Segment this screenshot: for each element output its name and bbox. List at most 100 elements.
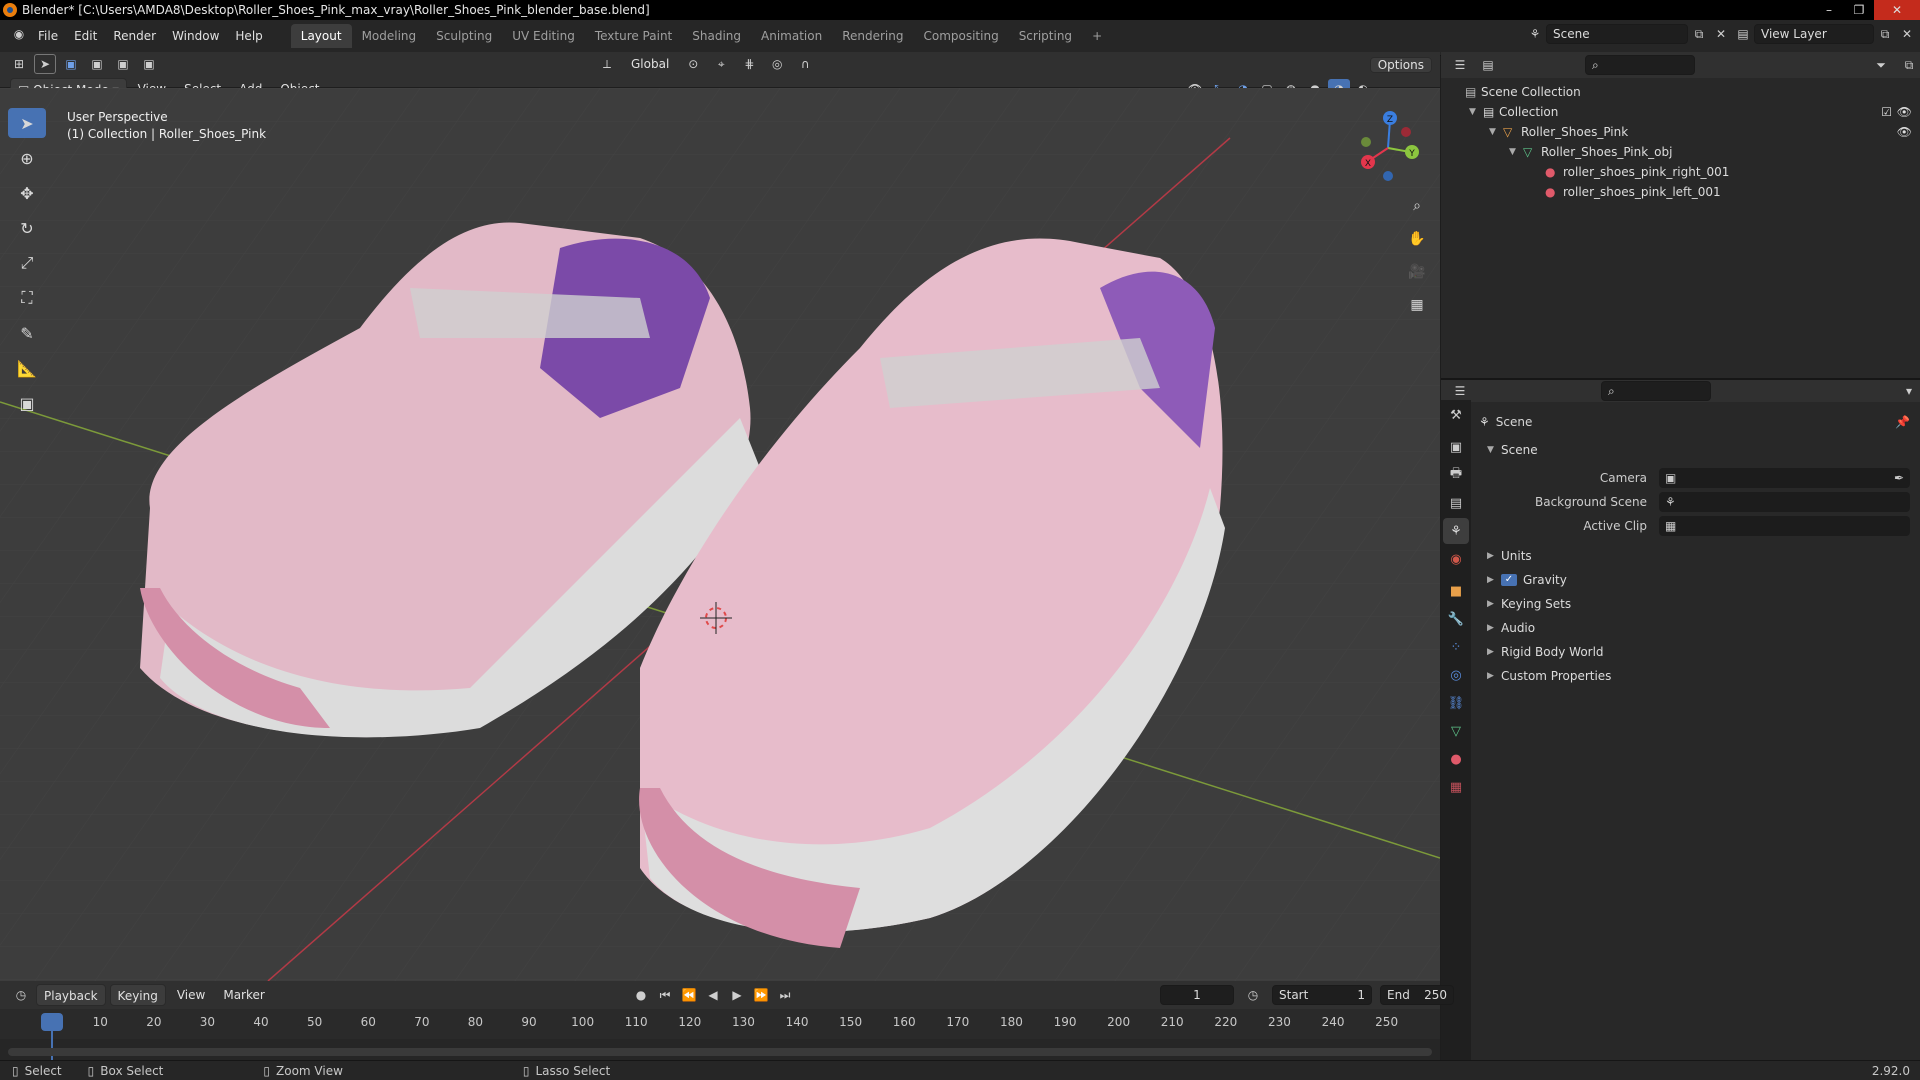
menu-help[interactable]: Help [227, 24, 270, 48]
minimize-button[interactable]: – [1814, 0, 1844, 20]
menu-edit[interactable]: Edit [66, 24, 105, 48]
start-frame-field[interactable]: Start 1 [1272, 985, 1372, 1005]
background-scene-field[interactable]: ⚘ [1659, 492, 1910, 512]
panel-collapse-icon[interactable]: ▶ [1487, 647, 1501, 657]
expand-arrow-icon[interactable]: ▼ [1509, 147, 1523, 157]
snap-target-icon[interactable]: ⋕ [738, 54, 760, 74]
falloff-icon[interactable]: ∩ [794, 54, 816, 74]
gravity-checkbox[interactable]: ✓ [1501, 574, 1517, 586]
panel-collapse-icon[interactable]: ▶ [1487, 623, 1501, 633]
pivot-point-icon[interactable]: ⊙ [682, 54, 704, 74]
expand-arrow-icon[interactable]: ▼ [1469, 107, 1483, 117]
camera-view-icon[interactable]: 🎥 [1403, 258, 1431, 286]
outliner-display-mode-icon[interactable]: ▤ [1477, 55, 1499, 75]
select-tool-icon[interactable]: ➤ [34, 54, 56, 74]
select-box-tool-icon[interactable]: ➤ [8, 108, 46, 138]
tab-uv-editing[interactable]: UV Editing [502, 24, 585, 48]
panel-expand-icon[interactable]: ▼ [1487, 445, 1501, 455]
rotate-tool-icon[interactable]: ↻ [8, 213, 46, 243]
prev-keyframe-icon[interactable]: ⏪ [678, 985, 700, 1005]
outliner-row-scene-collection[interactable]: ▤ Scene Collection [1441, 82, 1920, 102]
close-button[interactable]: ✕ [1874, 0, 1920, 20]
outliner-editor-type-icon[interactable]: ☰ [1449, 55, 1471, 75]
camera-field[interactable]: ▣ ✒ [1659, 468, 1910, 488]
maximize-button[interactable]: ❐ [1844, 0, 1874, 20]
expand-arrow-icon[interactable]: ▼ [1489, 127, 1503, 137]
3d-viewport[interactable]: User Perspective (1) Collection | Roller… [0, 88, 1440, 981]
render-tab-icon[interactable]: ▣ [1443, 434, 1469, 460]
delete-scene-icon[interactable]: ✕ [1710, 24, 1732, 44]
annotate-tool-icon[interactable]: ✎ [8, 318, 46, 348]
view-layer-tab-icon[interactable]: ▤ [1443, 490, 1469, 516]
new-scene-icon[interactable]: ⧉ [1688, 24, 1710, 44]
marker-menu[interactable]: Marker [216, 984, 271, 1006]
timeline-editor-type-icon[interactable]: ◷ [10, 985, 32, 1005]
scene-tab-icon[interactable]: ⚘ [1443, 518, 1469, 544]
menu-file[interactable]: File [30, 24, 66, 48]
panel-audio[interactable]: ▶ Audio [1479, 616, 1920, 640]
play-icon[interactable]: ▶ [726, 985, 748, 1005]
tab-sculpting[interactable]: Sculpting [426, 24, 502, 48]
outliner-row-material-right[interactable]: ● roller_shoes_pink_right_001 [1441, 162, 1920, 182]
blender-menu-icon[interactable]: ◉ [8, 24, 30, 44]
menu-render[interactable]: Render [105, 24, 164, 48]
scene-selector[interactable]: Scene [1546, 24, 1688, 44]
pan-hand-icon[interactable]: ✋ [1403, 225, 1431, 253]
panel-keying-sets[interactable]: ▶ Keying Sets [1479, 592, 1920, 616]
output-tab-icon[interactable]: 🖶 [1443, 462, 1469, 488]
outliner-row-collection[interactable]: ▼ ▤ Collection ☑ 👁 [1441, 102, 1920, 122]
editor-type-icon[interactable]: ⊞ [8, 54, 30, 74]
properties-options-icon[interactable]: ▾ [1898, 381, 1920, 401]
panel-collapse-icon[interactable]: ▶ [1487, 599, 1501, 609]
timeline-view-menu[interactable]: View [170, 984, 212, 1006]
select-mode-new-icon[interactable]: ▣ [60, 54, 82, 74]
current-frame-field[interactable]: 1 [1160, 985, 1234, 1005]
panel-collapse-icon[interactable]: ▶ [1487, 671, 1501, 681]
pin-icon[interactable]: 📌 [1895, 415, 1910, 429]
panel-custom-properties[interactable]: ▶ Custom Properties [1479, 664, 1920, 688]
orientation-dropdown[interactable]: Global [624, 53, 676, 75]
data-tab-icon[interactable]: ▽ [1443, 718, 1469, 744]
visibility-eye-icon[interactable]: 👁 [1897, 105, 1912, 119]
tab-compositing[interactable]: Compositing [913, 24, 1008, 48]
panel-scene-header[interactable]: ▼ Scene [1479, 438, 1920, 462]
new-collection-icon[interactable]: ⧉ [1898, 55, 1920, 75]
tab-scripting[interactable]: Scripting [1009, 24, 1082, 48]
frame-ruler[interactable]: 1102030405060708090100110120130140150160… [0, 1009, 1440, 1061]
outliner-search-input[interactable]: ⌕ [1585, 55, 1695, 75]
outliner-row-roller-shoes-pink[interactable]: ▼ ▽ Roller_Shoes_Pink 👁 [1441, 122, 1920, 142]
play-reverse-icon[interactable]: ◀ [702, 985, 724, 1005]
eyedropper-icon[interactable]: ✒ [1894, 471, 1904, 485]
menu-window[interactable]: Window [164, 24, 227, 48]
jump-start-icon[interactable]: ⏮ [654, 985, 676, 1005]
add-workspace-button[interactable]: + [1082, 24, 1112, 48]
select-mode-subtract-icon[interactable]: ▣ [112, 54, 134, 74]
select-mode-extend-icon[interactable]: ▣ [86, 54, 108, 74]
keying-menu[interactable]: Keying [109, 984, 166, 1006]
tab-layout[interactable]: Layout [290, 23, 352, 48]
view-layer-selector[interactable]: View Layer [1754, 24, 1874, 44]
object-tab-icon[interactable]: ■ [1443, 578, 1469, 604]
end-frame-field[interactable]: End 250 [1380, 985, 1454, 1005]
view-layer-icon[interactable]: ▤ [1732, 24, 1754, 44]
select-mode-invert-icon[interactable]: ▣ [138, 54, 160, 74]
measure-tool-icon[interactable]: 📐 [8, 353, 46, 383]
jump-end-icon[interactable]: ⏭ [774, 985, 796, 1005]
material-tab-icon[interactable]: ● [1443, 746, 1469, 772]
visibility-eye-icon[interactable]: 👁 [1897, 125, 1912, 139]
tab-texture-paint[interactable]: Texture Paint [585, 24, 682, 48]
panel-gravity[interactable]: ▶ ✓ Gravity [1479, 568, 1920, 592]
next-keyframe-icon[interactable]: ⏩ [750, 985, 772, 1005]
snap-icon[interactable]: ⌖ [710, 54, 732, 74]
auto-keying-icon[interactable]: ● [630, 985, 652, 1005]
outliner-row-shoes-obj[interactable]: ▼ ▽ Roller_Shoes_Pink_obj [1441, 142, 1920, 162]
transform-tool-icon[interactable]: ⛶ [8, 283, 46, 313]
zoom-icon[interactable]: ⌕ [1403, 192, 1431, 220]
panel-collapse-icon[interactable]: ▶ [1487, 551, 1501, 561]
tool-tab-icon[interactable]: ⚒ [1443, 402, 1469, 428]
gizmo-neg-y-icon[interactable] [1361, 137, 1371, 147]
tab-modeling[interactable]: Modeling [352, 24, 427, 48]
proportional-edit-icon[interactable]: ◎ [766, 54, 788, 74]
new-view-layer-icon[interactable]: ⧉ [1874, 24, 1896, 44]
constraints-tab-icon[interactable]: ⛓ [1443, 690, 1469, 716]
